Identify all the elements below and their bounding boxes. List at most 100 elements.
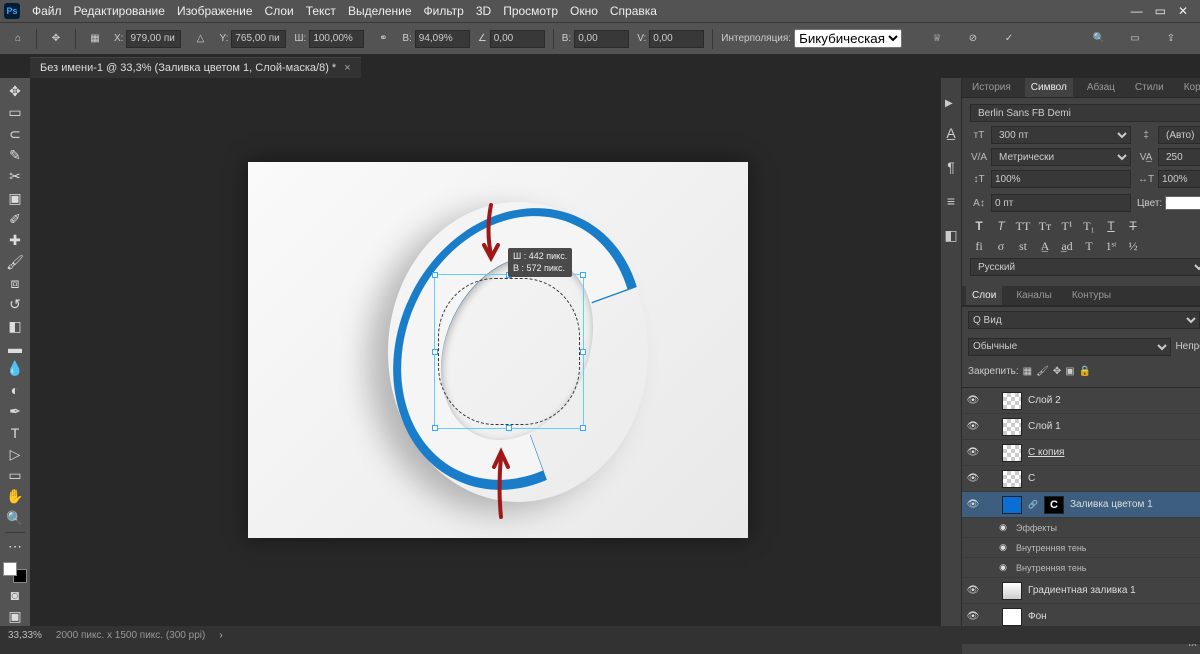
transform-handle[interactable] xyxy=(432,425,438,431)
menu-view[interactable]: Просмотр xyxy=(503,4,558,18)
quick-mask-tool[interactable]: ◙ xyxy=(3,585,27,604)
crop-tool[interactable]: ✂ xyxy=(3,167,27,186)
minimize-icon[interactable]: — xyxy=(1131,4,1143,18)
canvas-area[interactable]: Ш : 442 пикс. В : 572 пикс. xyxy=(30,78,940,626)
ot-a[interactable]: A̲ xyxy=(1036,238,1054,254)
hand-tool[interactable]: ✋ xyxy=(3,487,27,506)
x-input[interactable] xyxy=(126,30,181,48)
healing-tool[interactable]: ✚ xyxy=(3,231,27,250)
subscript-button[interactable]: T₁ xyxy=(1080,218,1098,234)
tab-paths[interactable]: Контуры xyxy=(1066,286,1117,305)
layer-thumb[interactable] xyxy=(1002,496,1022,514)
info-chevron-icon[interactable]: › xyxy=(219,630,222,641)
transform-handle[interactable] xyxy=(580,349,586,355)
layer-name[interactable]: Фон xyxy=(1028,611,1200,622)
lock-all-icon[interactable]: 🔒 xyxy=(1079,366,1091,377)
layer-row[interactable]: 👁 Слой 1 xyxy=(962,414,1200,440)
visibility-icon[interactable]: ◉ xyxy=(996,522,1010,533)
italic-button[interactable]: T xyxy=(992,218,1010,234)
visibility-icon[interactable]: 👁 xyxy=(966,499,980,510)
share-icon[interactable]: ⇪ xyxy=(1160,28,1182,50)
layer-thumb[interactable] xyxy=(1002,392,1022,410)
move-tool[interactable]: ✥ xyxy=(3,82,27,101)
visibility-icon[interactable]: 👁 xyxy=(966,447,980,458)
edit-toolbar[interactable]: ⋯ xyxy=(3,537,27,556)
angle-input[interactable] xyxy=(490,30,545,48)
ot-half[interactable]: ½ xyxy=(1124,238,1142,254)
layer-name[interactable]: С xyxy=(1028,473,1200,484)
transform-handle[interactable] xyxy=(432,349,438,355)
layer-row[interactable]: 👁Слой 2 xyxy=(962,388,1200,414)
transform-handle[interactable] xyxy=(580,272,586,278)
tab-close-icon[interactable]: × xyxy=(344,62,350,74)
tab-paragraph[interactable]: Абзац xyxy=(1081,78,1121,97)
ot-t[interactable]: T xyxy=(1080,238,1098,254)
marquee-tool[interactable]: ▭ xyxy=(3,103,27,122)
kerning-select[interactable]: Метрически xyxy=(991,148,1131,166)
lock-pixels-icon[interactable]: ▦ xyxy=(1023,366,1032,377)
transform-icon[interactable]: ✥ xyxy=(45,28,67,50)
commit-transform-icon[interactable]: ✓ xyxy=(998,28,1020,50)
blur-tool[interactable]: 💧 xyxy=(3,359,27,378)
paragraph-panel-icon[interactable]: ¶ xyxy=(941,157,961,177)
ot-fi[interactable]: fi xyxy=(970,238,988,254)
leading-select[interactable]: (Авто) xyxy=(1158,126,1200,144)
font-family-select[interactable]: Berlin Sans FB Demi xyxy=(970,104,1200,122)
frame-tool[interactable]: ▣ xyxy=(3,189,27,208)
tab-history[interactable]: История xyxy=(966,78,1017,97)
transform-handle[interactable] xyxy=(432,272,438,278)
text-color-swatch[interactable] xyxy=(1165,196,1200,210)
eyedropper-tool[interactable]: ✐ xyxy=(3,210,27,229)
ot-ad[interactable]: a̲d xyxy=(1058,238,1076,254)
shape-tool[interactable]: ▭ xyxy=(3,466,27,485)
language-select[interactable]: Русский xyxy=(970,258,1200,276)
glyphs-panel-icon[interactable]: ≡ xyxy=(941,191,961,211)
quick-select-tool[interactable]: ✎ xyxy=(3,146,27,165)
layer-name[interactable]: Градиентная заливка 1 xyxy=(1028,585,1200,596)
layer-name[interactable]: Слой 1 xyxy=(1028,421,1200,432)
visibility-icon[interactable]: 👁 xyxy=(966,421,980,432)
tab-layers[interactable]: Слои xyxy=(966,286,1002,305)
type-tool[interactable]: T xyxy=(3,423,27,442)
layer-mask-thumb[interactable]: C xyxy=(1044,496,1064,514)
layer-effect-row[interactable]: ◉Эффекты xyxy=(962,518,1200,538)
strikethrough-button[interactable]: T xyxy=(1124,218,1142,234)
layer-row[interactable]: 👁🔗CЗаливка цветом 1fx⌄ xyxy=(962,492,1200,518)
menu-image[interactable]: Изображение xyxy=(177,4,253,18)
dodge-tool[interactable]: ◐ xyxy=(3,381,27,400)
ot-1st[interactable]: 1ˢᵗ xyxy=(1102,238,1120,254)
layer-name[interactable]: Заливка цветом 1 xyxy=(1070,499,1200,510)
path-select-tool[interactable]: ▷ xyxy=(3,445,27,464)
menu-window[interactable]: Окно xyxy=(570,4,598,18)
menu-3d[interactable]: 3D xyxy=(476,4,491,18)
link-wh-icon[interactable]: ⚭ xyxy=(372,28,394,50)
color-swatches[interactable] xyxy=(3,562,27,583)
zoom-level[interactable]: 33,33% xyxy=(8,630,42,641)
puppet-icon[interactable]: ♕ xyxy=(926,28,948,50)
layer-effect-row[interactable]: ◉Внутренняя тень xyxy=(962,538,1200,558)
ot-sigma[interactable]: σ xyxy=(992,238,1010,254)
stamp-tool[interactable]: ⧈ xyxy=(3,274,27,293)
gradient-tool[interactable]: ▬ xyxy=(3,338,27,357)
h-input[interactable] xyxy=(415,30,470,48)
skewh-input[interactable] xyxy=(574,30,629,48)
lock-position-icon[interactable]: ✥ xyxy=(1053,366,1061,377)
layer-thumb[interactable] xyxy=(1002,418,1022,436)
history-brush-tool[interactable]: ↺ xyxy=(3,295,27,314)
layer-row[interactable]: 👁Градиентная заливка 1 xyxy=(962,578,1200,604)
baseline-input[interactable] xyxy=(991,194,1131,212)
visibility-icon[interactable]: ◉ xyxy=(996,542,1010,553)
layer-thumb[interactable] xyxy=(1002,470,1022,488)
ref-point-icon[interactable]: ▦ xyxy=(84,28,106,50)
menu-filter[interactable]: Фильтр xyxy=(424,4,464,18)
menu-help[interactable]: Справка xyxy=(610,4,657,18)
layer-thumb[interactable] xyxy=(1002,608,1022,626)
transform-bounding-box[interactable] xyxy=(434,274,584,429)
vscale-input[interactable] xyxy=(991,170,1131,188)
menu-file[interactable]: Файл xyxy=(32,4,62,18)
blend-mode-select[interactable]: Обычные xyxy=(968,338,1171,356)
smallcaps-button[interactable]: Tᴛ xyxy=(1036,218,1054,234)
layer-name[interactable]: С копия xyxy=(1028,447,1200,458)
transform-handle[interactable] xyxy=(506,425,512,431)
tab-character[interactable]: Символ xyxy=(1025,78,1073,97)
